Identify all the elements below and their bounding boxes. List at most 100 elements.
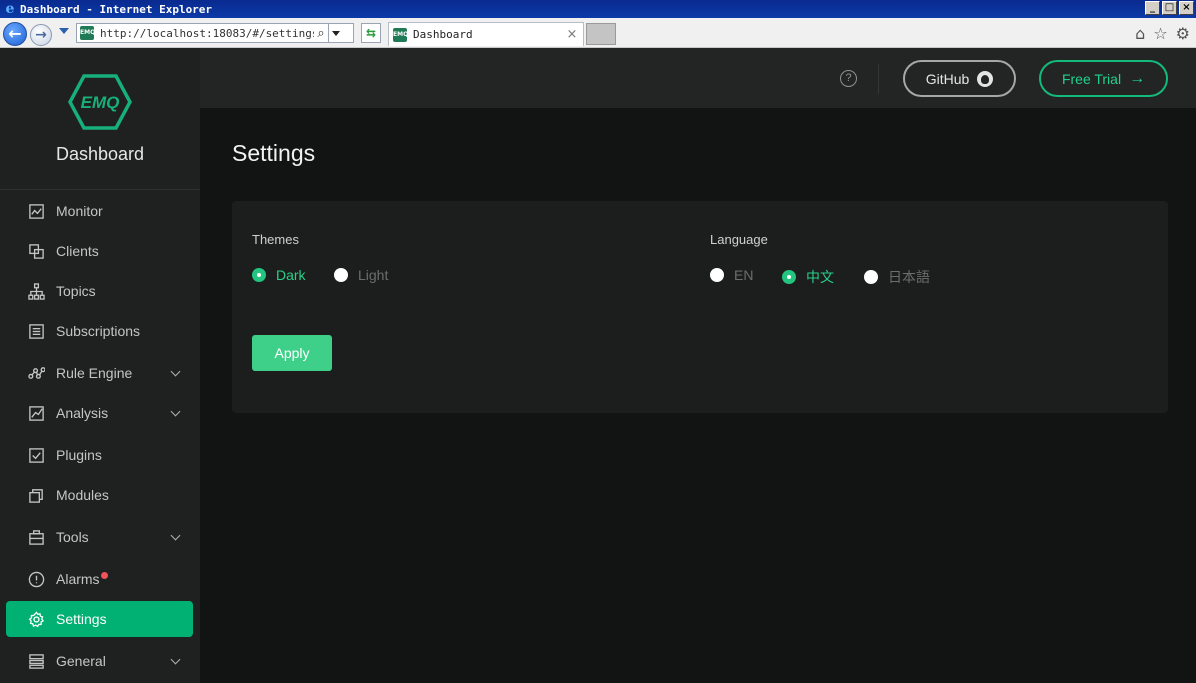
language-option-label: 中文 (806, 269, 834, 285)
github-icon (977, 70, 994, 87)
arrow-right-icon: → (1129, 69, 1146, 87)
tab-title: Dashboard (413, 28, 473, 41)
apply-button[interactable]: Apply (252, 335, 332, 371)
clients-icon (27, 242, 45, 260)
theme-radio-dark[interactable]: Dark (252, 267, 306, 283)
modules-icon (27, 486, 45, 504)
sidebar-item-label: Alarms (56, 571, 100, 587)
brand-area: EMQ Dashboard (0, 48, 200, 190)
new-tab-button[interactable] (586, 23, 616, 45)
sidebar-item-label: Rule Engine (56, 365, 133, 381)
maximize-button[interactable]: □ (1162, 1, 1177, 15)
brand-name: Dashboard (55, 144, 145, 164)
search-icon[interactable]: ⌕ (314, 26, 328, 41)
sidebar-item-label: Monitor (56, 203, 103, 219)
github-button[interactable]: GitHub (903, 60, 1016, 97)
sidebar-item-modules[interactable]: Modules (6, 477, 193, 513)
sidebar-item-clients[interactable]: Clients (6, 233, 193, 269)
favorites-star-icon[interactable]: ☆ (1153, 25, 1167, 43)
theme-option-label: Dark (276, 267, 306, 283)
sidebar-item-tools[interactable]: Tools (6, 519, 193, 555)
help-icon[interactable]: ? (840, 70, 857, 87)
emq-logo-icon: EMQ (68, 74, 132, 130)
sidebar-item-label: Tools (56, 529, 89, 545)
sidebar-item-general[interactable]: General (6, 643, 193, 679)
sidebar-item-alarms[interactable]: Alarms (6, 561, 193, 597)
sidebar-item-analysis[interactable]: Analysis (6, 395, 193, 431)
general-icon (27, 652, 45, 670)
radio-checked-icon (252, 268, 266, 282)
address-bar[interactable]: EMQ http://localhost:18083/#/settings ⌕ (76, 23, 354, 43)
language-label: Language (710, 232, 768, 247)
radio-unchecked-icon (710, 268, 724, 282)
sidebar-item-label: Subscriptions (56, 323, 141, 339)
sidebar-item-label: Modules (56, 487, 109, 503)
tab-close-icon[interactable]: × (565, 27, 579, 42)
browser-tools: ⌂ ☆ ⚙ (1135, 25, 1190, 43)
radio-checked-icon (782, 270, 796, 284)
chevron-down-icon (170, 366, 181, 377)
tools-icon (27, 528, 45, 546)
forward-button[interactable]: → (30, 24, 52, 46)
rule-engine-icon (27, 364, 45, 382)
window-controls: _ □ × (1145, 1, 1194, 15)
free-trial-button[interactable]: Free Trial → (1039, 60, 1168, 97)
sidebar-item-label: Plugins (56, 447, 102, 463)
themes-label: Themes (252, 232, 299, 247)
language-radio-ja[interactable]: 日本語 (864, 267, 930, 287)
url-input[interactable]: http://localhost:18083/#/settings (100, 27, 314, 40)
sidebar-item-label: Analysis (56, 405, 109, 421)
tools-gear-icon[interactable]: ⚙ (1176, 25, 1190, 43)
github-label: GitHub (925, 70, 970, 87)
sidebar-item-topics[interactable]: Topics (6, 273, 193, 309)
alarm-badge (100, 571, 108, 579)
theme-option-label: Light (358, 267, 389, 283)
sidebar-item-label: General (56, 653, 106, 669)
radio-unchecked-icon (864, 270, 878, 284)
settings-card: Themes Dark Light Language EN 中文 日本語 App… (232, 201, 1168, 413)
subscriptions-icon (27, 322, 45, 340)
plugins-icon (27, 446, 45, 464)
close-window-button[interactable]: × (1179, 1, 1194, 15)
sidebar-item-label: Topics (56, 283, 96, 299)
minimize-button[interactable]: _ (1145, 1, 1160, 15)
tab-favicon-icon: EMQ (393, 27, 408, 42)
browser-toolbar: ← → EMQ http://localhost:18083/#/setting… (0, 18, 1196, 48)
back-button[interactable]: ← (3, 22, 27, 46)
page-title: Settings (232, 140, 316, 166)
language-radio-zh[interactable]: 中文 (782, 267, 834, 287)
language-option-label: 日本語 (888, 269, 930, 285)
sidebar-item-plugins[interactable]: Plugins (6, 437, 193, 473)
browser-tab[interactable]: EMQ Dashboard × (388, 22, 584, 46)
free-trial-label: Free Trial (1061, 70, 1122, 87)
history-dropdown-icon[interactable] (59, 28, 69, 34)
chevron-down-icon (170, 654, 181, 665)
home-icon[interactable]: ⌂ (1135, 25, 1145, 43)
sidebar-item-settings[interactable]: Settings (6, 601, 193, 637)
header-divider (878, 64, 879, 94)
address-dropdown-button[interactable] (328, 24, 342, 42)
compat-refresh-button[interactable]: ⇆ (361, 23, 381, 43)
window-titlebar: e Dashboard - Internet Explorer _ □ × (0, 0, 1196, 18)
sidebar: EMQ Dashboard Monitor Clients Topics Sub… (0, 48, 200, 683)
sidebar-item-rule-engine[interactable]: Rule Engine (6, 355, 193, 391)
gear-icon (27, 610, 45, 628)
analysis-icon (27, 404, 45, 422)
language-option-label: EN (734, 267, 754, 283)
svg-text:EMQ: EMQ (81, 93, 120, 112)
chevron-down-icon (170, 530, 181, 541)
sidebar-item-label: Settings (56, 611, 107, 627)
ie-logo-icon: e (5, 1, 15, 17)
language-radio-en[interactable]: EN (710, 267, 753, 283)
chevron-down-icon (170, 406, 181, 417)
window-title: Dashboard - Internet Explorer (20, 2, 213, 16)
theme-radio-light[interactable]: Light (334, 267, 388, 283)
main-content: Settings Themes Dark Light Language EN 中… (200, 108, 1196, 683)
sidebar-item-label: Clients (56, 243, 99, 259)
alarm-icon (27, 570, 45, 588)
sidebar-item-monitor[interactable]: Monitor (6, 193, 193, 229)
site-favicon-icon: EMQ (80, 26, 95, 40)
sidebar-item-subscriptions[interactable]: Subscriptions (6, 313, 193, 349)
monitor-icon (27, 202, 45, 220)
top-header: ? GitHub Free Trial → (200, 48, 1196, 108)
